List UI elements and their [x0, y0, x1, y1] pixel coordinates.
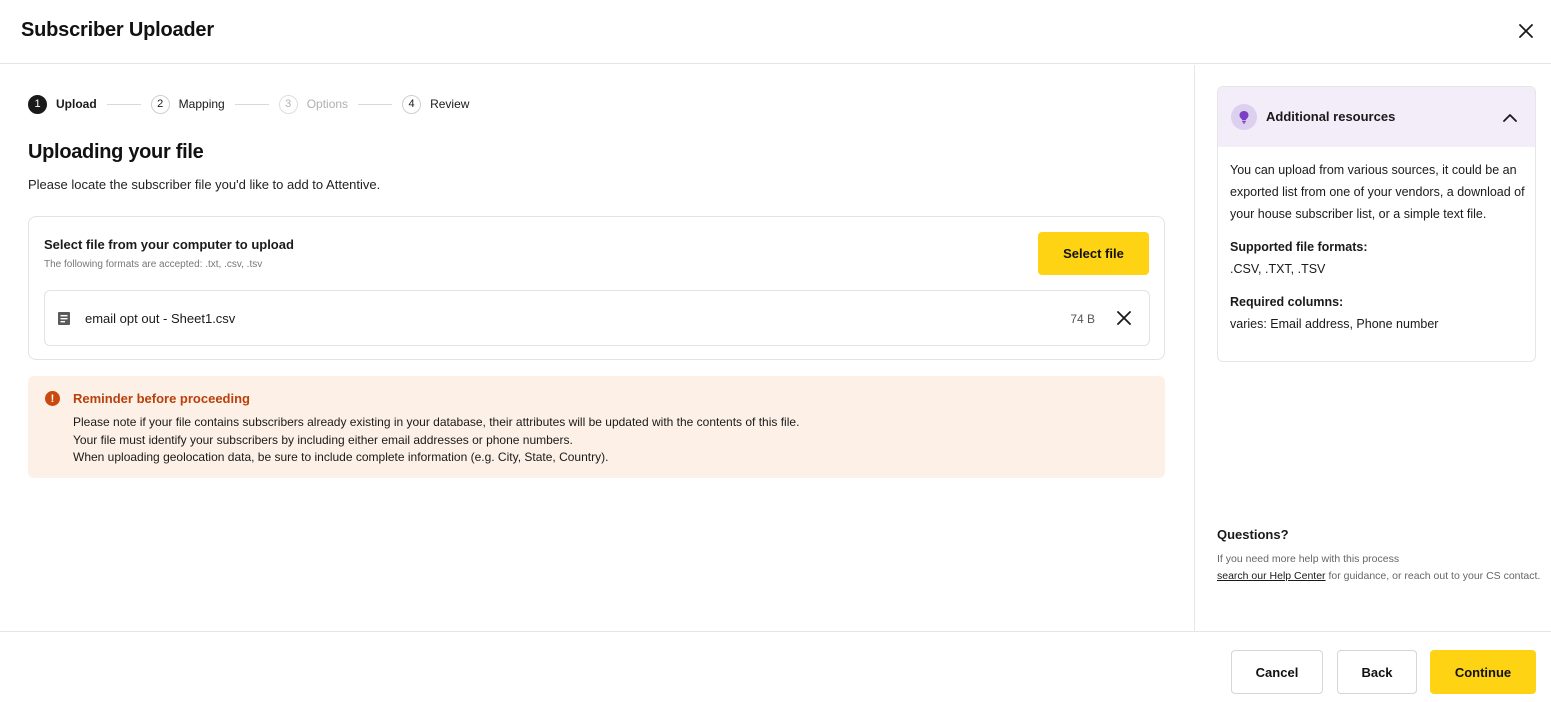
columns-label: Required columns: [1230, 295, 1344, 309]
columns-value: varies: Email address, Phone number [1230, 317, 1439, 331]
resources-description: You can upload from various sources, it … [1230, 163, 1525, 221]
file-name: email opt out - Sheet1.csv [85, 311, 236, 326]
chevron-up-icon[interactable] [1499, 106, 1521, 128]
step-options: 3 Options [278, 94, 349, 114]
page-title: Uploading your file [28, 141, 204, 163]
questions-section: Questions? If you need more help with th… [1217, 527, 1547, 584]
alert-icon: ! [45, 391, 60, 406]
upload-card: Select file from your computer to upload… [28, 216, 1165, 360]
resources-title: Additional resources [1266, 109, 1396, 124]
step-number: 4 [402, 94, 422, 114]
additional-resources-card: Additional resources You can upload from… [1217, 86, 1536, 362]
uploaded-file-row: email opt out - Sheet1.csv 74 B [44, 290, 1150, 346]
close-icon[interactable] [1511, 16, 1541, 46]
step-connector [234, 103, 269, 105]
step-number: 2 [150, 94, 170, 114]
reminder-line: Please note if your file contains subscr… [73, 415, 800, 429]
step-number: 3 [278, 94, 298, 114]
file-size: 74 B [1070, 312, 1095, 326]
lightbulb-icon [1231, 104, 1257, 130]
stepper: 1 Upload 2 Mapping 3 Options 4 Review [28, 94, 469, 114]
main-panel: 1 Upload 2 Mapping 3 Options 4 Review Up… [0, 65, 1193, 631]
step-connector [106, 103, 141, 105]
step-label: Review [430, 97, 470, 111]
continue-button[interactable]: Continue [1430, 650, 1536, 694]
reminder-banner: ! Reminder before proceeding Please note… [28, 376, 1165, 478]
step-number: 1 [28, 94, 47, 114]
step-label: Options [306, 97, 349, 111]
page-subtitle: Please locate the subscriber file you'd … [28, 177, 381, 192]
step-connector [358, 103, 393, 105]
step-review[interactable]: 4 Review [402, 94, 470, 114]
cancel-button[interactable]: Cancel [1231, 650, 1323, 694]
accepted-formats-text: The following formats are accepted: .txt… [44, 259, 263, 270]
step-label: Upload [56, 97, 97, 111]
questions-text: If you need more help with this process … [1217, 551, 1547, 584]
upload-card-title: Select file from your computer to upload [44, 237, 294, 252]
resources-header[interactable]: Additional resources [1218, 87, 1535, 147]
step-label: Mapping [178, 97, 225, 111]
questions-title: Questions? [1217, 527, 1289, 542]
back-button[interactable]: Back [1337, 650, 1417, 694]
questions-line: for guidance, or reach out to your CS co… [1325, 569, 1541, 582]
questions-line: If you need more help with this process [1217, 553, 1400, 565]
modal-title: Subscriber Uploader [21, 19, 214, 41]
step-mapping[interactable]: 2 Mapping [150, 94, 225, 114]
select-file-button[interactable]: Select file [1038, 232, 1149, 275]
modal-header: Subscriber Uploader [0, 0, 1551, 64]
reminder-line: When uploading geolocation data, be sure… [73, 450, 609, 464]
help-sidebar: Additional resources You can upload from… [1194, 65, 1551, 631]
remove-file-icon[interactable] [1113, 307, 1135, 329]
reminder-body: Please note if your file contains subscr… [73, 414, 799, 467]
reminder-line: Your file must identify your subscribers… [73, 432, 573, 447]
help-center-link[interactable]: search our Help Center [1217, 570, 1326, 582]
formats-label: Supported file formats: [1230, 240, 1368, 254]
reminder-title: Reminder before proceeding [73, 391, 250, 406]
step-upload[interactable]: 1 Upload [28, 94, 97, 114]
formats-value: .CSV, .TXT, .TSV [1230, 262, 1326, 276]
document-icon [57, 311, 71, 326]
modal-footer: Cancel Back Continue [0, 631, 1551, 702]
resources-body: You can upload from various sources, it … [1230, 159, 1530, 335]
